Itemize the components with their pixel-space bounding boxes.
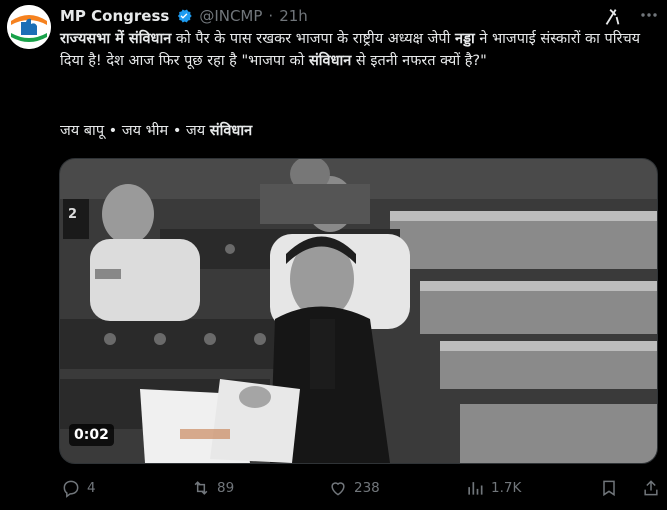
repost-icon bbox=[194, 481, 208, 495]
views-count: 1.7K bbox=[491, 480, 522, 496]
video-frame bbox=[60, 159, 657, 463]
action-bar: 4 89 238 1.7K bbox=[55, 470, 665, 506]
tweet-text-bold-1: राज्यसभा में संविधान bbox=[60, 31, 172, 47]
like-button[interactable]: 238 bbox=[328, 470, 380, 506]
tweet-body: राज्यसभा में संविधान को पैर के पास रखकर … bbox=[60, 28, 660, 72]
repost-count: 89 bbox=[217, 480, 235, 496]
video-duration: 0:02 bbox=[69, 424, 114, 446]
tweet-text-bold-5: संविधान bbox=[308, 53, 352, 69]
like-icon bbox=[331, 482, 345, 496]
slogan-prefix: जय बापू • जय भीम • जय bbox=[60, 123, 210, 139]
share-icon bbox=[644, 480, 658, 496]
reply-button[interactable]: 4 bbox=[61, 470, 96, 506]
separator-dot: · bbox=[268, 7, 274, 25]
reply-count: 4 bbox=[87, 480, 96, 496]
avatar[interactable] bbox=[7, 5, 51, 49]
reply-icon bbox=[63, 480, 79, 498]
repost-button[interactable]: 89 bbox=[191, 470, 234, 506]
tweet-slogan: जय बापू • जय भीम • जय संविधान bbox=[60, 120, 252, 140]
like-count: 238 bbox=[354, 480, 380, 496]
author-name[interactable]: MP Congress bbox=[60, 7, 169, 25]
congress-logo-icon bbox=[7, 5, 51, 49]
video-player[interactable]: 2 0:02 bbox=[59, 158, 658, 464]
views-icon bbox=[468, 482, 483, 495]
tweet-text-6: से इतनी नफरत क्यों है?" bbox=[351, 53, 487, 69]
tweet-header: MP Congress @INCMP · 21h bbox=[60, 6, 308, 26]
tweet-text-2: को पैर के पास रखकर भाजपा के राष्ट्रीय अध… bbox=[171, 31, 456, 47]
grok-icon[interactable] bbox=[601, 6, 623, 28]
author-handle[interactable]: @INCMP bbox=[199, 7, 262, 25]
slogan-bold: संविधान bbox=[209, 123, 253, 139]
tweet-time[interactable]: 21h bbox=[279, 7, 308, 25]
views-button[interactable]: 1.7K bbox=[465, 470, 521, 506]
verified-badge-icon bbox=[178, 9, 193, 23]
video-signage: 2 bbox=[68, 207, 78, 222]
tweet-text-bold-3: नड्डा bbox=[455, 31, 475, 47]
share-button[interactable] bbox=[641, 470, 661, 506]
bookmark-icon bbox=[603, 480, 615, 497]
bookmark-button[interactable] bbox=[599, 470, 619, 506]
more-icon[interactable] bbox=[638, 8, 660, 22]
